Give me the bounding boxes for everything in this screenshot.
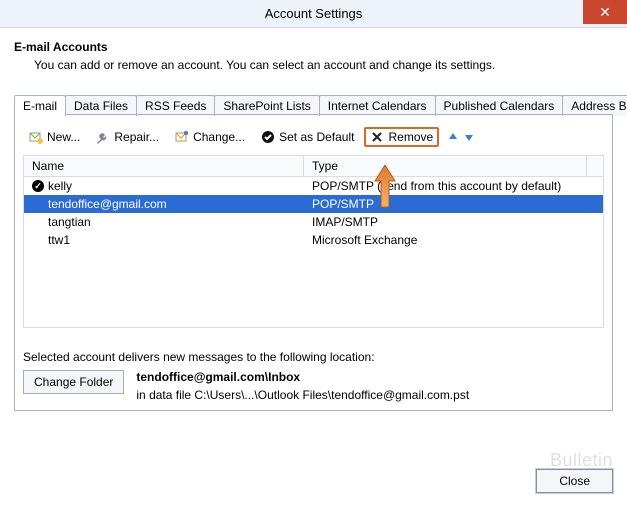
account-name: tendoffice@gmail.com — [48, 195, 167, 213]
delivery-section: Selected account delivers new messages t… — [23, 350, 604, 402]
new-button[interactable]: New... — [23, 127, 86, 147]
accounts-table: Name Type ✓ kelly POP/SMTP (send from th… — [23, 155, 604, 328]
remove-button-label: Remove — [388, 130, 433, 144]
content-area: E-mail Accounts You can add or remove an… — [0, 28, 627, 411]
column-type[interactable]: Type — [304, 156, 587, 176]
wrench-icon — [96, 130, 110, 144]
window-close-button[interactable]: ✕ — [583, 0, 627, 24]
tab-panel: New... Repair... Change... Set as Defaul… — [14, 115, 613, 411]
title-bar: Account Settings ✕ — [0, 0, 627, 28]
tab-published-calendars[interactable]: Published Calendars — [435, 95, 564, 116]
delivery-datafile: in data file C:\Users\...\Outlook Files\… — [136, 388, 604, 402]
table-row[interactable]: tangtian IMAP/SMTP — [24, 213, 603, 231]
window-title: Account Settings — [265, 6, 363, 21]
mail-new-icon — [29, 130, 43, 144]
annotation-arrow-icon — [373, 165, 397, 212]
account-name: kelly — [48, 177, 72, 195]
move-down-button[interactable] — [463, 131, 475, 143]
default-check-icon: ✓ — [32, 180, 44, 192]
check-circle-icon — [261, 130, 275, 144]
delivery-label: Selected account delivers new messages t… — [23, 350, 604, 364]
new-button-label: New... — [47, 130, 80, 144]
account-name: tangtian — [48, 213, 91, 231]
change-button-label: Change... — [193, 130, 245, 144]
account-type: Microsoft Exchange — [304, 231, 603, 249]
set-default-label: Set as Default — [279, 130, 354, 144]
table-row[interactable]: ttw1 Microsoft Exchange — [24, 231, 603, 249]
table-header: Name Type — [24, 156, 603, 177]
repair-button[interactable]: Repair... — [90, 127, 165, 147]
account-type: POP/SMTP — [304, 195, 603, 213]
change-folder-button[interactable]: Change Folder — [23, 370, 124, 394]
section-subtitle: You can add or remove an account. You ca… — [34, 58, 613, 72]
close-icon: ✕ — [599, 4, 611, 20]
table-body: ✓ kelly POP/SMTP (send from this account… — [24, 177, 603, 327]
tab-rss-feeds[interactable]: RSS Feeds — [136, 95, 215, 116]
tab-strip: E-mail Data Files RSS Feeds SharePoint L… — [14, 94, 613, 115]
dialog-footer: Close — [536, 469, 613, 493]
toolbar: New... Repair... Change... Set as Defaul… — [23, 123, 604, 155]
section-heading: E-mail Accounts — [14, 40, 613, 54]
column-spacer — [587, 156, 603, 176]
change-button[interactable]: Change... — [169, 127, 251, 147]
move-up-button[interactable] — [447, 131, 459, 143]
set-default-button[interactable]: Set as Default — [255, 127, 360, 147]
change-icon — [175, 130, 189, 144]
close-button[interactable]: Close — [536, 469, 613, 493]
table-row[interactable]: tendoffice@gmail.com POP/SMTP — [24, 195, 603, 213]
tab-email[interactable]: E-mail — [14, 95, 66, 116]
tab-internet-calendars[interactable]: Internet Calendars — [319, 95, 436, 116]
remove-button[interactable]: Remove — [364, 127, 439, 147]
repair-button-label: Repair... — [114, 130, 159, 144]
tab-sharepoint-lists[interactable]: SharePoint Lists — [214, 95, 319, 116]
x-icon — [370, 130, 384, 144]
account-name: ttw1 — [48, 231, 70, 249]
table-row[interactable]: ✓ kelly POP/SMTP (send from this account… — [24, 177, 603, 195]
account-type: IMAP/SMTP — [304, 213, 603, 231]
account-type: POP/SMTP (send from this account by defa… — [304, 177, 603, 195]
delivery-path: tendoffice@gmail.com\Inbox — [136, 370, 300, 384]
column-name[interactable]: Name — [24, 156, 304, 176]
watermark: Bulletin — [550, 450, 613, 471]
tab-address-books[interactable]: Address Books — [562, 95, 627, 116]
tab-data-files[interactable]: Data Files — [65, 95, 137, 116]
